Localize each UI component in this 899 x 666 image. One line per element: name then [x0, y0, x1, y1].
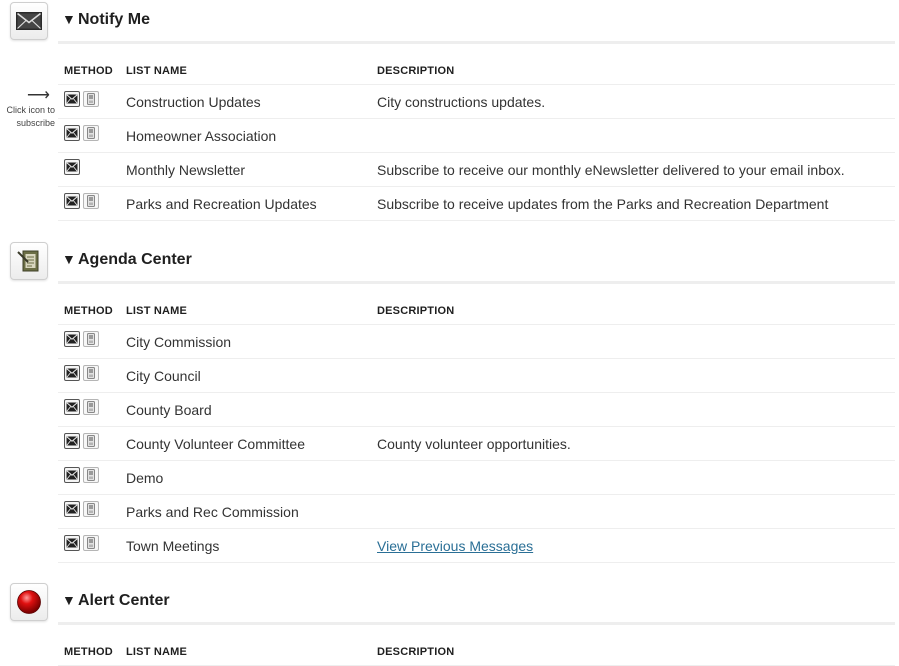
list-name: Parks and Rec Commission	[126, 504, 299, 520]
method-icons	[64, 501, 99, 517]
list-row: County Volunteer Committee County volunte…	[58, 427, 895, 461]
sms-subscribe-icon[interactable]	[83, 467, 99, 483]
section-title-alert-center[interactable]: ▼ Alert Center	[62, 592, 170, 610]
list-row: Monthly Newsletter Subscribe to receive o…	[58, 153, 895, 187]
view-previous-messages-link[interactable]: View Previous Messages	[377, 538, 533, 554]
list-row: City Commission	[58, 325, 895, 359]
list-name: Homeowner Association	[126, 128, 277, 144]
list-description: Subscribe to receive our monthly eNewsle…	[377, 162, 845, 178]
list-row: Parks and Rec Commission	[58, 495, 895, 529]
agenda-icon[interactable]	[10, 242, 48, 280]
agenda-center-list: City Commission City Council County Board C…	[58, 324, 895, 563]
list-name: Demo	[126, 470, 164, 486]
method-icons	[64, 467, 99, 483]
column-header-list-name: LIST NAME	[126, 646, 188, 658]
sms-subscribe-icon[interactable]	[83, 501, 99, 517]
sms-subscribe-icon[interactable]	[83, 193, 99, 209]
list-name: County Board	[126, 402, 212, 418]
list-row: Parks and Recreation Updates Subscribe to…	[58, 187, 895, 221]
list-name: County Volunteer Committee	[126, 436, 305, 452]
method-icons	[64, 433, 99, 449]
email-subscribe-icon[interactable]	[64, 125, 80, 141]
list-description: Subscribe to receive updates from the Pa…	[377, 196, 829, 212]
email-subscribe-icon[interactable]	[64, 433, 80, 449]
envelope-icon[interactable]	[10, 2, 48, 40]
method-icons	[64, 91, 99, 107]
list-name: City Commission	[126, 334, 232, 350]
section-title-agenda-center[interactable]: ▼ Agenda Center	[62, 251, 192, 269]
method-icons	[64, 399, 99, 415]
section-title-text: Alert Center	[78, 592, 170, 609]
section-divider	[58, 281, 895, 284]
sms-subscribe-icon[interactable]	[83, 433, 99, 449]
column-header-list-name: LIST NAME	[126, 65, 188, 77]
list-row: City Council	[58, 359, 895, 393]
column-header-list-name: LIST NAME	[126, 305, 188, 317]
section-title-text: Notify Me	[78, 11, 150, 28]
sms-subscribe-icon[interactable]	[83, 331, 99, 347]
sms-subscribe-icon[interactable]	[83, 91, 99, 107]
email-subscribe-icon[interactable]	[64, 331, 80, 347]
method-icons	[64, 125, 99, 141]
list-name: Construction Updates	[126, 94, 261, 110]
sms-subscribe-icon[interactable]	[83, 399, 99, 415]
section-divider	[58, 41, 895, 44]
email-subscribe-icon[interactable]	[64, 467, 80, 483]
section-title-notify-me[interactable]: ▼ Notify Me	[62, 11, 150, 29]
email-subscribe-icon[interactable]	[64, 365, 80, 381]
method-icons	[64, 159, 80, 175]
notify-me-list: Construction Updates City constructions u…	[58, 84, 895, 221]
sms-subscribe-icon[interactable]	[83, 125, 99, 141]
list-name: City Council	[126, 368, 201, 384]
list-description: County volunteer opportunities.	[377, 436, 571, 452]
column-header-description: DESCRIPTION	[377, 646, 455, 658]
sms-subscribe-icon[interactable]	[83, 365, 99, 381]
list-row: Construction Updates City constructions u…	[58, 85, 895, 119]
method-icons	[64, 193, 99, 209]
email-subscribe-icon[interactable]	[64, 501, 80, 517]
column-header-description: DESCRIPTION	[377, 305, 455, 317]
section-alert-center: ▼ Alert Center METHOD LIST NAME DESCRIPTI…	[0, 581, 899, 666]
list-name: Parks and Recreation Updates	[126, 196, 317, 212]
email-subscribe-icon[interactable]	[64, 399, 80, 415]
list-name: Monthly Newsletter	[126, 162, 246, 178]
column-header-method: METHOD	[64, 305, 113, 317]
collapse-triangle-icon: ▼	[62, 251, 76, 267]
list-name: Town Meetings	[126, 538, 220, 554]
section-title-text: Agenda Center	[78, 251, 192, 268]
method-icons	[64, 331, 99, 347]
hint-arrow-icon: ⟶	[27, 87, 50, 104]
list-row: County Board	[58, 393, 895, 427]
list-description: City constructions updates.	[377, 94, 546, 110]
column-header-description: DESCRIPTION	[377, 65, 455, 77]
section-agenda-center: ▼ Agenda Center METHOD LIST NAME DESCRIPT…	[0, 240, 899, 564]
list-row: Homeowner Association	[58, 119, 895, 153]
list-row: Demo	[58, 461, 895, 495]
collapse-triangle-icon: ▼	[62, 592, 76, 608]
section-notify-me: ▼ Notify Me METHOD LIST NAME DESCRIPTION …	[0, 0, 899, 222]
collapse-triangle-icon: ▼	[62, 11, 76, 27]
column-header-method: METHOD	[64, 646, 113, 658]
column-header-method: METHOD	[64, 65, 113, 77]
method-icons	[64, 535, 99, 551]
email-subscribe-icon[interactable]	[64, 535, 80, 551]
list-row: Town Meetings View Previous Messages	[58, 529, 895, 563]
section-divider	[58, 622, 895, 625]
alert-icon[interactable]	[10, 583, 48, 621]
sms-subscribe-icon[interactable]	[83, 535, 99, 551]
method-icons	[64, 365, 99, 381]
email-subscribe-icon[interactable]	[64, 159, 80, 175]
email-subscribe-icon[interactable]	[64, 193, 80, 209]
hint-text: Click icon to subscribe	[6, 105, 55, 128]
email-subscribe-icon[interactable]	[64, 91, 80, 107]
